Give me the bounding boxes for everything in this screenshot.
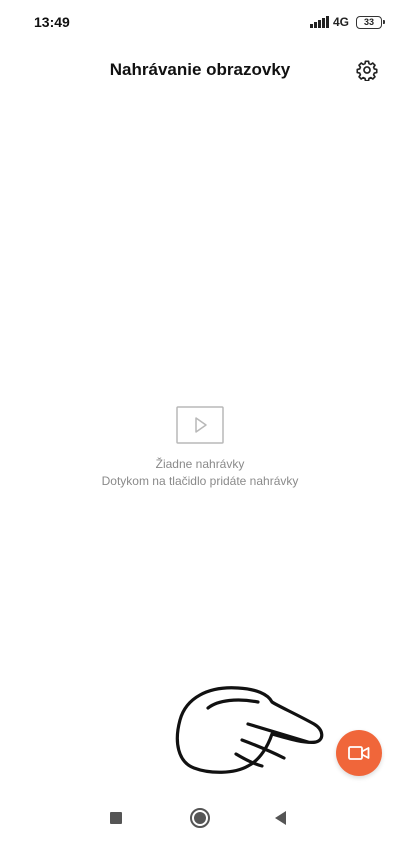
navigation-bar <box>0 798 400 844</box>
battery-level: 33 <box>363 16 374 27</box>
empty-title: Žiadne nahrávky <box>155 457 245 471</box>
home-icon[interactable] <box>190 808 210 828</box>
signal-icon <box>310 16 329 28</box>
network-type-label: 4G <box>332 15 349 29</box>
recent-apps-icon[interactable] <box>110 812 122 824</box>
back-icon[interactable] <box>275 811 286 825</box>
app-header: Nahrávanie obrazovky <box>0 52 400 90</box>
record-button[interactable] <box>336 730 382 776</box>
network-type: 4G <box>333 15 350 29</box>
video-play-icon <box>176 406 224 444</box>
home-icon-inner <box>194 812 206 824</box>
hand-pointer-icon <box>175 686 324 774</box>
status-icons: 4G 33 <box>310 13 385 31</box>
empty-hint: Dotykom na tlačidlo pridáte nahrávky <box>101 474 299 488</box>
page-title: Nahrávanie obrazovky <box>109 60 291 79</box>
settings-button[interactable] <box>354 57 380 83</box>
gear-icon <box>356 60 378 81</box>
video-camera-icon <box>348 746 370 760</box>
empty-state: Žiadne nahrávky Dotykom na tlačidlo prid… <box>0 406 400 490</box>
battery-icon: 33 <box>356 15 385 29</box>
status-time: 13:49 <box>34 14 70 30</box>
status-bar: 13:49 4G 33 <box>0 0 400 44</box>
